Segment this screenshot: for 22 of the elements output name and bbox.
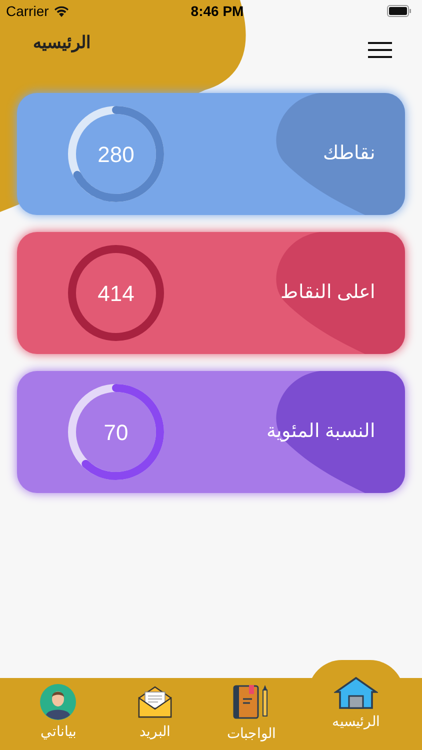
battery-icon [387, 5, 412, 17]
tab-label: الواجبات [226, 724, 276, 743]
carrier-text: Carrier [6, 2, 49, 20]
stat-label: النسبة المئوية [266, 420, 375, 444]
person-avatar-icon [40, 684, 76, 720]
tab-bar-item[interactable]: بياناتي [10, 678, 106, 750]
tab-label: بياناتي [40, 722, 76, 741]
page-title: الرئيسيه [33, 32, 91, 54]
tab-bar-item[interactable]: البريد [106, 678, 203, 750]
house-icon [334, 676, 378, 710]
stat-value: 70 [104, 418, 128, 446]
envelope-icon [136, 684, 173, 720]
stat-label: نقاطك [323, 142, 375, 166]
stat-label: اعلى النقاط [280, 280, 375, 305]
tab-label: البريد [139, 722, 170, 741]
menu-icon[interactable] [368, 42, 392, 58]
tab-bar-item[interactable]: الواجبات [203, 678, 300, 750]
stat-value: 414 [98, 280, 134, 308]
time-text: 8:46 PM [190, 2, 244, 20]
wifi-icon [54, 6, 69, 16]
tab-label: الرئيسيه [332, 712, 380, 731]
stat-value: 280 [98, 140, 134, 168]
